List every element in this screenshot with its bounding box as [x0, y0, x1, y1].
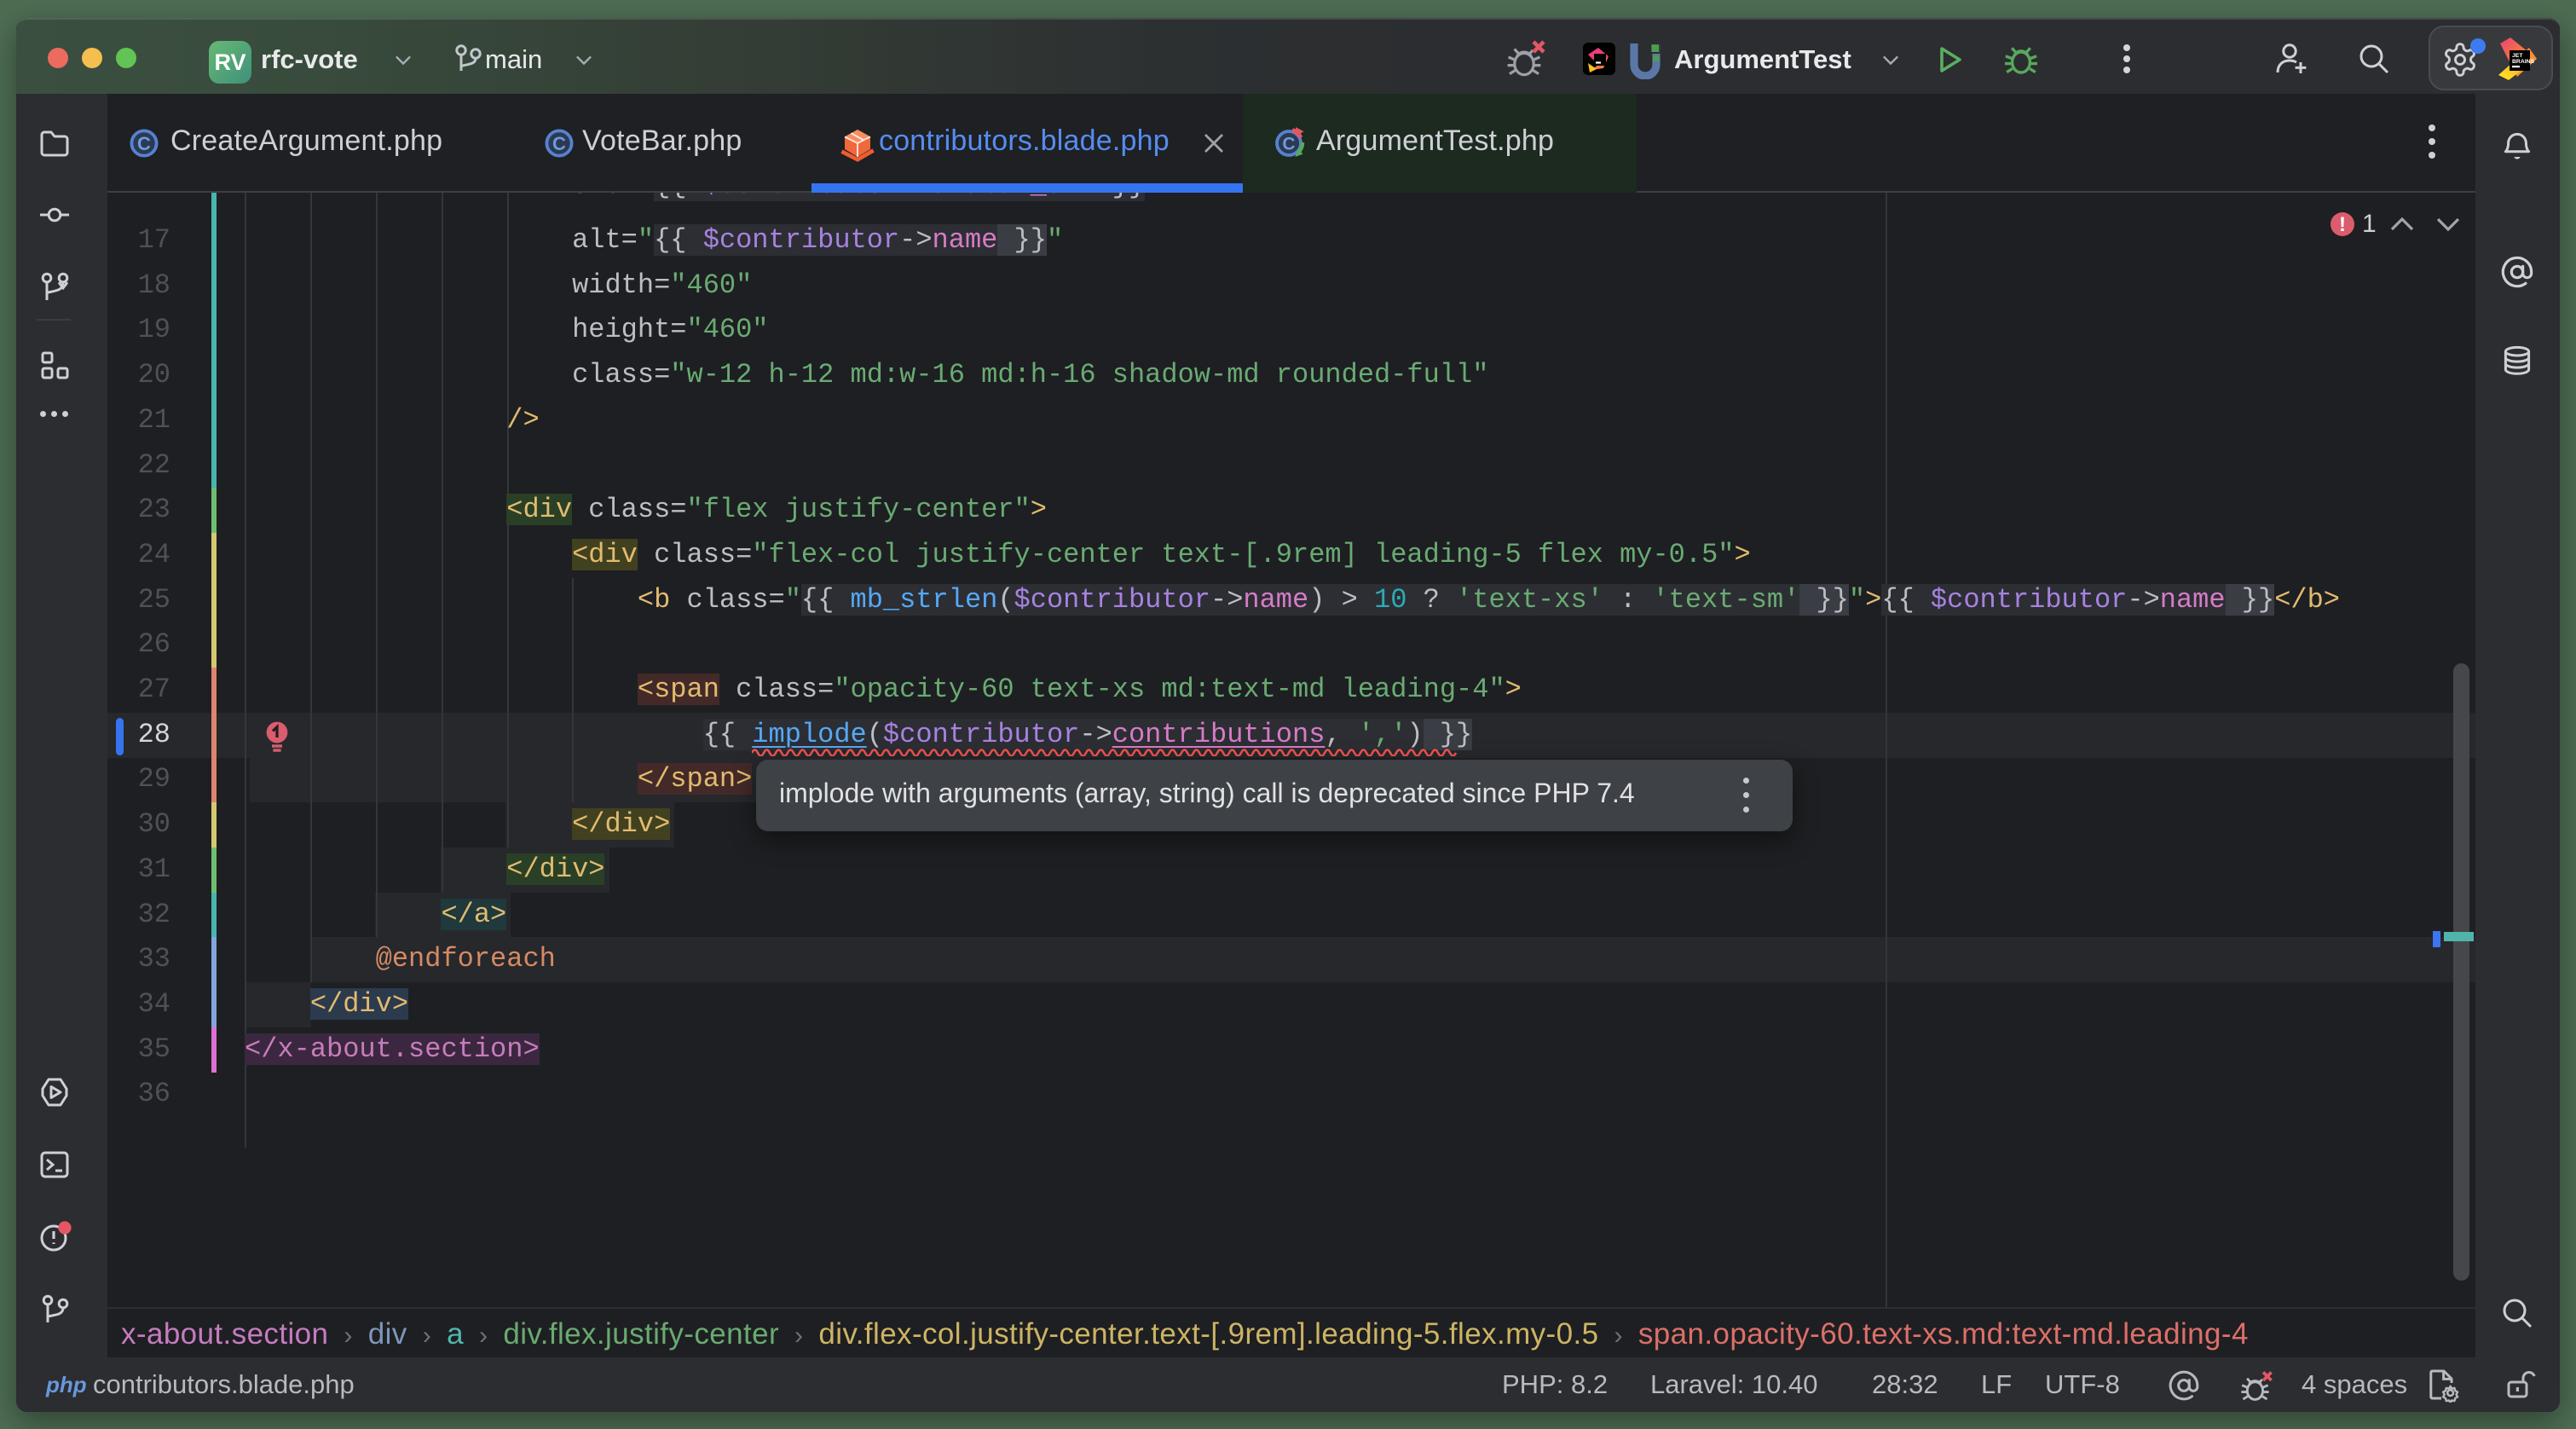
svg-text:C: C: [552, 133, 566, 154]
svg-text:JET: JET: [2512, 53, 2523, 59]
svg-text:C: C: [1282, 135, 1295, 154]
svg-text:BRAINS: BRAINS: [2512, 59, 2535, 65]
svg-text:C: C: [137, 133, 151, 154]
